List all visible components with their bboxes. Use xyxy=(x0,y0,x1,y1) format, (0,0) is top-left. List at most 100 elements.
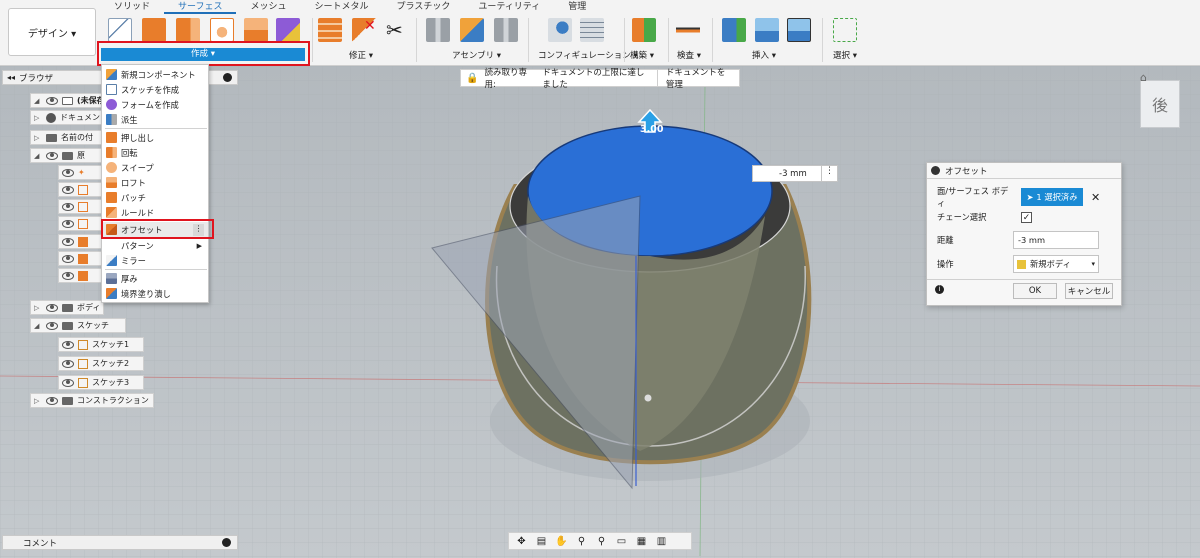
configuration-table-icon[interactable] xyxy=(580,18,604,42)
tab-manage[interactable]: 管理 xyxy=(554,0,600,14)
menu-item-new-component[interactable]: 新規コンポーネント xyxy=(103,67,208,82)
expand-icon[interactable]: ▷ xyxy=(34,304,42,312)
distance-input[interactable]: -3 mm xyxy=(1013,231,1099,249)
menu-item-create-form[interactable]: フォームを作成 xyxy=(103,97,208,112)
menu-item-thicken[interactable]: 厚み xyxy=(103,271,208,286)
menu-item-mirror[interactable]: ミラー xyxy=(103,253,208,268)
orbit-icon[interactable]: ✥ xyxy=(513,536,530,547)
visibility-icon[interactable] xyxy=(62,219,74,228)
chain-select-checkbox[interactable]: ✓ xyxy=(1021,211,1032,223)
insert-derive-icon[interactable] xyxy=(722,18,746,42)
cancel-button[interactable]: キャンセル xyxy=(1065,283,1113,299)
faces-selection-button[interactable]: ➤ 1 選択済み xyxy=(1021,188,1083,206)
design-workspace-button[interactable]: デザイン ▾ xyxy=(8,8,96,56)
extrude-icon[interactable] xyxy=(142,18,166,42)
manage-documents-link[interactable]: ドキュメントを管理 xyxy=(656,68,739,90)
new-component-icon[interactable] xyxy=(460,18,484,42)
create-menu-button[interactable]: 作成 ▾ xyxy=(101,48,305,61)
visibility-icon[interactable] xyxy=(62,271,74,280)
menu-item-offset[interactable]: オフセット ⋮ xyxy=(103,222,208,237)
scissors-icon[interactable]: ✂ xyxy=(386,18,403,42)
configuration-menu-button[interactable]: コンフィギュレーション ▾ xyxy=(538,49,638,61)
menu-item-create-sketch[interactable]: スケッチを作成 xyxy=(103,82,208,97)
zoom-icon[interactable]: ⚲ xyxy=(573,536,590,547)
visibility-icon[interactable] xyxy=(62,359,74,368)
visibility-icon[interactable] xyxy=(62,254,74,263)
modify-menu-button[interactable]: 修正 ▾ xyxy=(349,49,373,61)
tab-mesh[interactable]: メッシュ xyxy=(236,0,300,14)
origin-plane[interactable] xyxy=(58,199,104,214)
tree-item-named-views[interactable]: ▷ 名前の付 xyxy=(30,130,104,145)
select-icon[interactable] xyxy=(833,18,857,42)
construct-menu-button[interactable]: 構築 ▾ xyxy=(630,49,654,61)
press-pull-icon[interactable] xyxy=(318,18,342,42)
visibility-icon[interactable] xyxy=(46,321,58,330)
visibility-icon[interactable] xyxy=(62,185,74,194)
visibility-icon[interactable] xyxy=(46,96,58,105)
loft-icon[interactable] xyxy=(244,18,268,42)
menu-item-patch[interactable]: パッチ xyxy=(103,190,208,205)
expand-icon[interactable]: ▷ xyxy=(34,397,42,405)
add-comment-icon[interactable] xyxy=(222,538,231,547)
look-at-icon[interactable]: ▤ xyxy=(533,536,550,547)
collapse-panel-icon[interactable]: ◂◂ xyxy=(7,73,15,82)
expand-icon[interactable]: ▷ xyxy=(34,134,42,142)
collapse-icon[interactable]: ◢ xyxy=(34,97,42,105)
tree-item-root[interactable]: ◢ (未保存) xyxy=(30,93,108,108)
grid-settings-icon[interactable]: ▦ xyxy=(633,536,650,547)
tree-item-sketch-3[interactable]: スケッチ3 xyxy=(58,375,144,390)
more-options-icon[interactable]: ⋮ xyxy=(821,165,837,182)
tab-plastic[interactable]: プラスチック xyxy=(383,0,465,14)
origin-axis[interactable] xyxy=(58,251,104,266)
view-cube[interactable]: 後 xyxy=(1140,80,1180,128)
home-view-icon[interactable]: ⌂ xyxy=(1140,71,1147,84)
info-icon[interactable]: i xyxy=(935,285,944,294)
tree-item-sketch-2[interactable]: スケッチ2 xyxy=(58,356,144,371)
visibility-icon[interactable] xyxy=(46,396,58,405)
insert-image-icon[interactable] xyxy=(755,18,779,42)
origin-point[interactable]: ✦ xyxy=(58,165,104,180)
as-built-joint-icon[interactable] xyxy=(494,18,518,42)
tree-item-origin[interactable]: ◢ 原 xyxy=(30,148,104,163)
more-options-icon[interactable]: ⋮ xyxy=(193,223,204,236)
insert-menu-button[interactable]: 挿入 ▾ xyxy=(752,49,776,61)
visibility-icon[interactable] xyxy=(46,303,58,312)
origin-axis[interactable] xyxy=(58,268,104,283)
inspect-menu-button[interactable]: 検査 ▾ xyxy=(677,49,701,61)
patch-icon[interactable] xyxy=(276,18,300,42)
menu-item-ruled[interactable]: ルールド xyxy=(103,205,208,220)
ok-button[interactable]: OK xyxy=(1013,283,1057,299)
sweep-icon[interactable] xyxy=(210,18,234,42)
visibility-icon[interactable] xyxy=(62,202,74,211)
visibility-icon[interactable] xyxy=(62,378,74,387)
assemble-menu-button[interactable]: アセンブリ ▾ xyxy=(452,49,501,61)
menu-item-pattern[interactable]: パターン ▶ xyxy=(103,238,208,253)
tab-utility[interactable]: ユーティリティ xyxy=(464,0,554,14)
tree-item-construction[interactable]: ▷ コンストラクション xyxy=(30,393,154,408)
origin-plane[interactable] xyxy=(58,182,104,197)
origin-axis[interactable] xyxy=(58,234,104,249)
menu-item-extrude[interactable]: 押し出し xyxy=(103,130,208,145)
origin-plane[interactable] xyxy=(58,216,104,231)
tab-sheet-metal[interactable]: シートメタル xyxy=(301,0,383,14)
measure-icon[interactable] xyxy=(676,18,700,42)
collapse-icon[interactable]: ◢ xyxy=(34,152,42,160)
revolve-icon[interactable] xyxy=(176,18,200,42)
tree-item-sketch-1[interactable]: スケッチ1 xyxy=(58,337,144,352)
visibility-icon[interactable] xyxy=(62,340,74,349)
tree-item-sketches[interactable]: ◢ スケッチ xyxy=(30,318,126,333)
menu-item-loft[interactable]: ロフト xyxy=(103,175,208,190)
operation-select[interactable]: 新規ボディ ▾ xyxy=(1013,255,1099,273)
menu-item-boundary-fill[interactable]: 境界塗り潰し xyxy=(103,286,208,301)
collapse-dialog-icon[interactable] xyxy=(931,166,940,175)
menu-item-revolve[interactable]: 回転 xyxy=(103,145,208,160)
tree-item-bodies[interactable]: ▷ ボディ xyxy=(30,300,104,315)
distance-inline-input[interactable]: -3 mm ⋮ xyxy=(752,165,838,182)
menu-item-derive[interactable]: 派生 xyxy=(103,112,208,127)
pin-icon[interactable] xyxy=(223,73,232,82)
viewports-icon[interactable]: ▥ xyxy=(653,536,670,547)
tree-item-document-settings[interactable]: ▷ ドキュメント xyxy=(30,110,108,125)
construct-plane-icon[interactable] xyxy=(632,18,656,42)
create-sketch-icon[interactable] xyxy=(108,18,132,42)
visibility-icon[interactable] xyxy=(46,151,58,160)
